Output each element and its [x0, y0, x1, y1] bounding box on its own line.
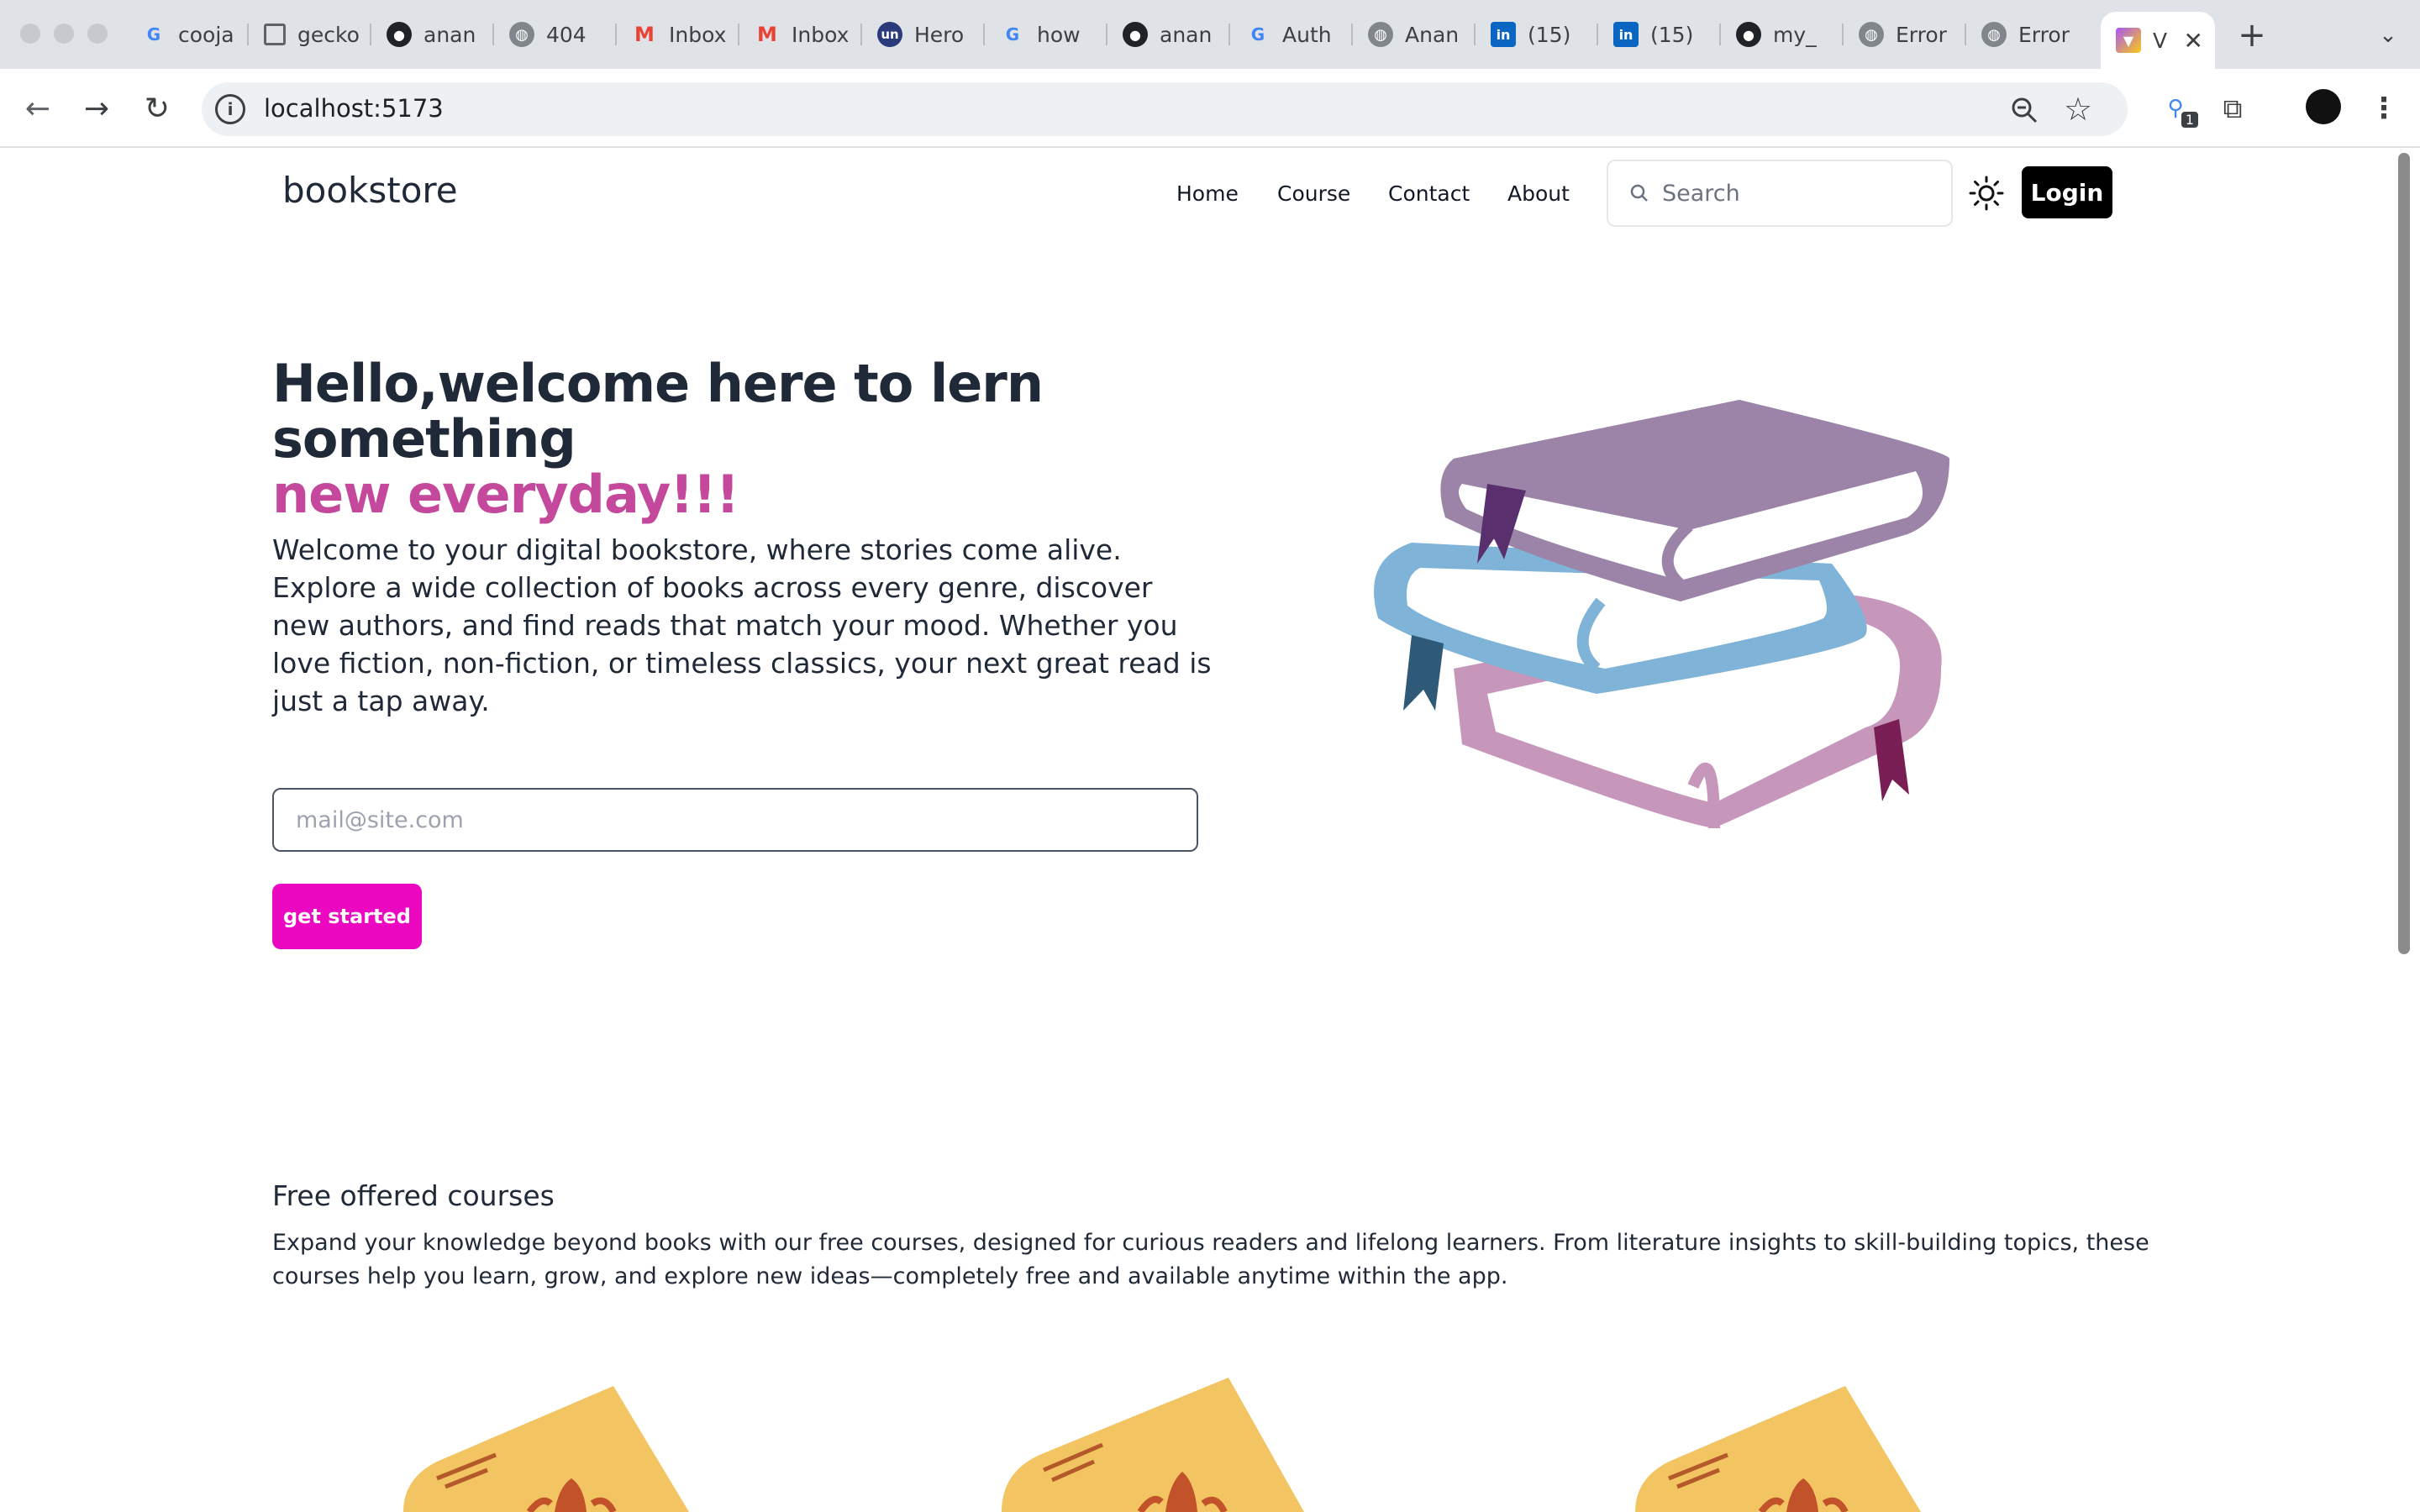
tab-search-chevron-icon[interactable]: ⌄	[2368, 15, 2408, 55]
courses-description: Expand your knowledge beyond books with …	[272, 1230, 2149, 1289]
hero-title-line1: Hello,welcome here to lern something	[272, 353, 1044, 470]
site-info-icon[interactable]: i	[215, 94, 245, 124]
vite-icon: ▼	[2116, 28, 2141, 53]
search-icon	[1630, 184, 1648, 202]
forward-arrow-icon[interactable]: →	[76, 87, 118, 129]
google-icon: G	[146, 24, 161, 45]
un-icon: un	[877, 22, 902, 47]
globe-icon: ◍	[1859, 22, 1884, 47]
hero-title-accent: new everyday!!!	[272, 464, 739, 525]
browser-tab[interactable]: ◍ Anan	[1353, 12, 1476, 57]
browser-tab-strip: G cooja gecko ● anan ◍ 404 M Inbox M Inb…	[0, 0, 2420, 69]
back-arrow-icon[interactable]: ←	[17, 87, 59, 129]
browser-tab[interactable]: G cooja	[126, 12, 249, 57]
zoom-icon[interactable]	[2010, 96, 2039, 124]
browser-tab[interactable]: M Inbox	[617, 12, 739, 57]
google-icon: G	[1005, 24, 1020, 45]
globe-icon: ◍	[1368, 22, 1393, 47]
course-card-book-image[interactable]	[976, 1361, 1397, 1512]
browser-menu-icon[interactable]: ⋮	[2363, 87, 2405, 129]
reload-icon[interactable]: ↻	[136, 87, 178, 129]
browser-tab[interactable]: G how	[985, 12, 1107, 57]
browser-tab-active[interactable]: ▼ V ✕	[2101, 12, 2215, 69]
browser-tab[interactable]: un Hero	[862, 12, 985, 57]
get-started-button[interactable]: get started	[272, 884, 422, 949]
browser-tab[interactable]: gecko	[249, 12, 371, 57]
google-icon: G	[1250, 24, 1265, 45]
browser-tab[interactable]: ◍ Error	[1966, 12, 2089, 57]
theme-toggle-sun-icon[interactable]	[1968, 175, 2005, 212]
window-zoom-dot[interactable]	[87, 24, 108, 44]
hero-title: Hello,welcome here to lern something new…	[272, 356, 1281, 522]
browser-tab[interactable]: ◍ Error	[1844, 12, 1966, 57]
nav-course[interactable]: Course	[1277, 181, 1350, 206]
window-minimize-dot[interactable]	[54, 24, 74, 44]
browser-tab[interactable]: ● my_	[1721, 12, 1844, 57]
books-stack-illustration	[1374, 400, 1949, 828]
window-close-dot[interactable]	[20, 24, 40, 44]
github-icon: ●	[1736, 22, 1761, 47]
browser-tab[interactable]: M Inbox	[739, 12, 862, 57]
course-card-book-image[interactable]	[370, 1361, 790, 1512]
gmail-icon: M	[757, 23, 777, 46]
extensions-puzzle-icon[interactable]: ⧉	[2212, 87, 2254, 129]
profile-avatar[interactable]	[2306, 89, 2341, 124]
brand-logo[interactable]: bookstore	[282, 170, 458, 211]
address-bar[interactable]: i localhost:5173 ☆	[202, 82, 2128, 136]
github-icon: ●	[387, 22, 412, 47]
login-button[interactable]: Login	[2022, 166, 2112, 218]
courses-title: Free offered courses	[272, 1179, 555, 1212]
nav-contact[interactable]: Contact	[1388, 181, 1470, 206]
doc-icon	[264, 24, 286, 45]
browser-tab[interactable]: ● anan	[371, 12, 494, 57]
search-box	[1607, 160, 1953, 227]
globe-icon: ◍	[1981, 22, 2007, 47]
browser-tab[interactable]: in (15)	[1476, 12, 1598, 57]
search-input[interactable]	[1662, 180, 1931, 207]
email-input[interactable]	[272, 788, 1198, 852]
extension-icon[interactable]: ⚲ 1	[2154, 87, 2200, 129]
linkedin-icon: in	[1491, 22, 1516, 47]
nav-home[interactable]: Home	[1176, 181, 1239, 206]
close-tab-icon[interactable]: ✕	[2184, 27, 2203, 55]
browser-tab[interactable]: G Auth	[1230, 12, 1353, 57]
course-card-book-image[interactable]	[1602, 1361, 2022, 1512]
linkedin-icon: in	[1613, 22, 1639, 47]
browser-toolbar: ← → ↻ i localhost:5173 ☆ ⚲ 1 ⧉ ⋮	[0, 69, 2420, 148]
page-scrollbar[interactable]	[2398, 153, 2410, 954]
hero-description: Welcome to your digital bookstore, where…	[272, 533, 1212, 717]
browser-tab[interactable]: ● anan	[1107, 12, 1230, 57]
new-tab-icon[interactable]: +	[2232, 15, 2272, 55]
github-icon: ●	[1123, 22, 1148, 47]
url-text[interactable]: localhost:5173	[264, 94, 444, 123]
browser-tab[interactable]: in (15)	[1598, 12, 1721, 57]
nav-about[interactable]: About	[1507, 181, 1570, 206]
globe-icon: ◍	[509, 22, 534, 47]
gmail-icon: M	[634, 23, 655, 46]
browser-tab[interactable]: ◍ 404	[494, 12, 617, 57]
bookmark-star-icon[interactable]: ☆	[2064, 91, 2092, 128]
